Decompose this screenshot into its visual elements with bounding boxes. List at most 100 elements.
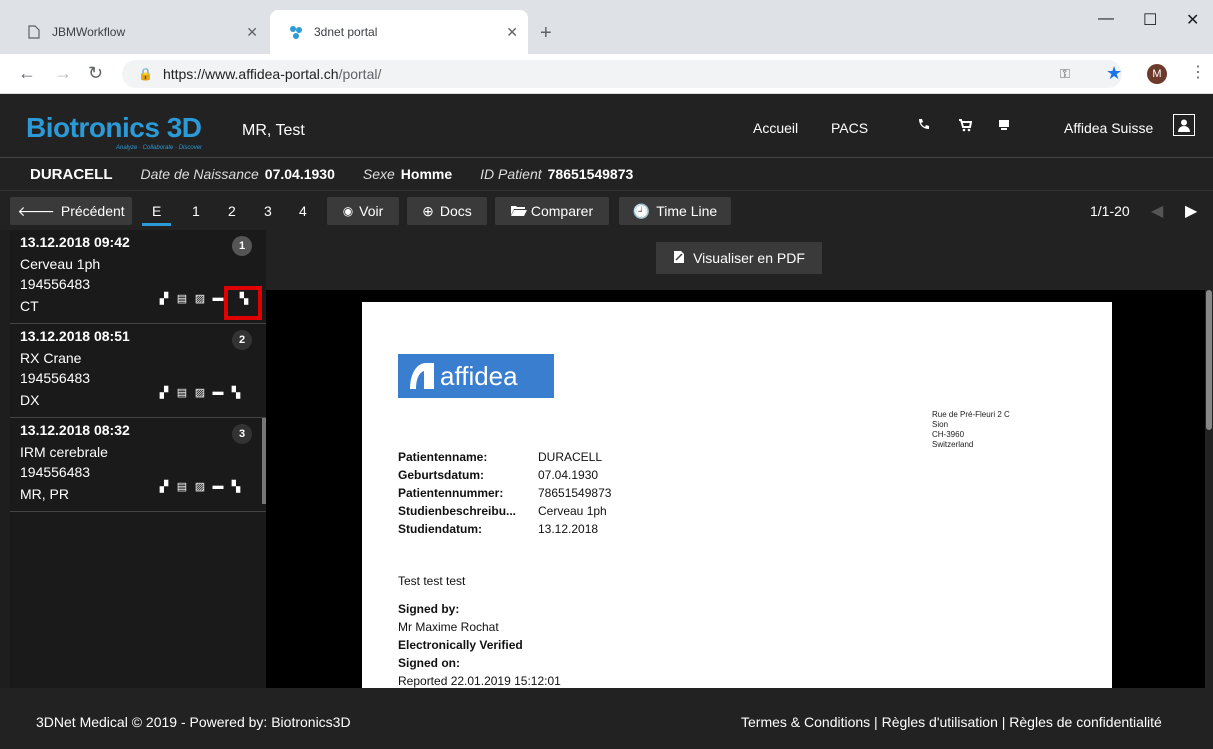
image-icon[interactable]: ▨: [192, 480, 208, 494]
3dnet-favicon-icon: [288, 24, 304, 40]
copy-icon[interactable]: ▞: [156, 480, 172, 494]
view-label: Voir: [359, 203, 384, 219]
cart-full-icon[interactable]: [997, 118, 1011, 137]
folder-open-icon: [510, 203, 527, 219]
view-pdf-button[interactable]: Visualiser en PDF: [656, 242, 822, 274]
info-row: Geburtsdatum: 07.04.1930: [398, 466, 611, 484]
next-page-icon[interactable]: ▶: [1185, 201, 1197, 221]
patient-bar: DURACELL Date de Naissance 07.04.1930 Se…: [0, 158, 1213, 190]
back-arrow-icon[interactable]: ←: [18, 63, 36, 84]
document-area: affidea Rue de Pré-Fleuri 2 C Sion CH-39…: [266, 290, 1213, 688]
study-modality: MR, PR: [20, 486, 69, 502]
browser-tab-bar: JBMWorkflow ✕ 3dnet portal ✕ + — ☐ ✕: [0, 0, 1213, 54]
view-button[interactable]: ◉ Voir: [327, 197, 399, 225]
document-viewer: Visualiser en PDF affidea Rue de Pré-Fle…: [266, 230, 1213, 688]
close-icon[interactable]: ✕: [246, 24, 258, 41]
list-icon[interactable]: ▤: [174, 480, 190, 494]
star-icon[interactable]: ★: [1106, 63, 1122, 84]
viewer-scrollbar[interactable]: [1205, 290, 1213, 688]
study-desc: RX Crane: [20, 350, 82, 366]
tab-title: 3dnet portal: [314, 25, 378, 39]
nav-pacs[interactable]: PACS: [831, 120, 868, 136]
study-modality: DX: [20, 392, 40, 408]
list-item[interactable]: 13.12.2018 09:42 1 Cerveau 1ph 194556483…: [10, 230, 266, 324]
biotronics-logo[interactable]: Biotronics 3D Analyze · Collaborate · Di…: [26, 112, 202, 151]
close-icon[interactable]: ✕: [506, 24, 518, 41]
affidea-wordmark: affidea: [440, 360, 518, 391]
affidea-logo: affidea: [398, 354, 554, 398]
affidea-mark-icon: [408, 361, 436, 391]
list-icon[interactable]: ▤: [174, 386, 190, 400]
list-icon[interactable]: ▤: [174, 292, 190, 306]
sex-label: Sexe: [362, 166, 395, 182]
compare-button[interactable]: Comparer: [495, 197, 609, 225]
page-icon: [26, 24, 42, 40]
copy-icon[interactable]: ▞: [156, 386, 172, 400]
url-path: /portal/: [338, 66, 382, 82]
key-icon[interactable]: ⚿: [1060, 66, 1070, 82]
list-item[interactable]: 13.12.2018 08:51 2 RX Crane 194556483 DX…: [10, 324, 266, 418]
footer-links[interactable]: Termes & Conditions | Règles d'utilisati…: [741, 714, 1162, 730]
address-line: Rue de Pré-Fleuri 2 C: [932, 410, 1010, 419]
image-icon[interactable]: ▨: [192, 292, 208, 306]
tab-e[interactable]: E: [142, 203, 172, 226]
user-icon[interactable]: [1173, 114, 1195, 136]
info-value: 13.12.2018: [538, 522, 599, 536]
address-bar: ← → ↻ 🔒 https://www.affidea-portal.ch/po…: [0, 54, 1213, 94]
nav-accueil[interactable]: Accueil: [753, 120, 798, 136]
image-icon[interactable]: ▨: [192, 386, 208, 400]
study-id: 194556483: [20, 276, 91, 292]
study-desc: IRM cerebrale: [20, 444, 108, 460]
previous-button[interactable]: 🡐 Précédent: [10, 197, 132, 225]
cart-icon[interactable]: [958, 118, 973, 137]
file-icon[interactable]: ▚: [228, 386, 244, 400]
study-date: 13.12.2018 08:51: [20, 328, 130, 344]
timeline-button[interactable]: 🕘 Time Line: [619, 197, 731, 225]
tab-3[interactable]: 3: [264, 203, 272, 219]
study-badge: 2: [232, 330, 252, 350]
info-value: DURACELL: [538, 450, 603, 464]
info-key: Geburtsdatum:: [398, 468, 485, 482]
pager-text: 1/1-20: [1090, 203, 1130, 219]
docs-button[interactable]: ⊕ Docs: [407, 197, 487, 225]
study-date: 13.12.2018 08:32: [20, 422, 130, 438]
list-item[interactable]: 13.12.2018 08:32 3 IRM cerebrale 1945564…: [10, 418, 266, 512]
tab-1[interactable]: 1: [192, 203, 200, 219]
info-value: 07.04.1930: [538, 468, 599, 482]
tab-2[interactable]: 2: [228, 203, 236, 219]
info-value: Cerveau 1ph: [538, 504, 607, 518]
info-key: Studienbeschreibu...: [398, 504, 517, 518]
study-date: 13.12.2018 09:42: [20, 234, 130, 250]
maximize-icon[interactable]: ☐: [1143, 10, 1157, 30]
file-icon[interactable]: ▚: [228, 480, 244, 494]
signed-by-value: Mr Maxime Rochat: [398, 620, 499, 634]
sex-value: Homme: [400, 166, 453, 182]
plus-circle-icon: ⊕: [422, 202, 434, 219]
folder-icon[interactable]: ▬: [210, 386, 226, 400]
study-actions: ▞ ▤ ▨ ▬ ▚: [156, 386, 244, 400]
avatar[interactable]: M: [1147, 64, 1167, 84]
window-close-icon[interactable]: ✕: [1186, 10, 1199, 30]
url-input[interactable]: 🔒 https://www.affidea-portal.ch/portal/: [122, 60, 1122, 88]
timeline-label: Time Line: [656, 203, 718, 219]
menu-dots-icon[interactable]: ⋮: [1190, 62, 1206, 82]
minimize-icon[interactable]: —: [1098, 10, 1114, 28]
org-name[interactable]: Affidea Suisse: [1064, 120, 1153, 136]
scrollbar-thumb[interactable]: [1206, 290, 1212, 430]
folder-icon[interactable]: ▬: [210, 480, 226, 494]
browser-tab[interactable]: JBMWorkflow ✕: [8, 10, 268, 54]
eye-icon: ◉: [342, 204, 354, 218]
report-page: affidea Rue de Pré-Fleuri 2 C Sion CH-39…: [362, 302, 1112, 688]
copy-icon[interactable]: ▞: [156, 292, 172, 306]
app-header: Biotronics 3D Analyze · Collaborate · Di…: [0, 94, 1213, 158]
browser-tab-active[interactable]: 3dnet portal ✕: [270, 10, 528, 54]
tab-4[interactable]: 4: [299, 203, 307, 219]
phone-icon[interactable]: [917, 118, 931, 137]
new-tab-icon[interactable]: +: [540, 22, 552, 45]
clinic-address: Rue de Pré-Fleuri 2 C Sion CH-3960 Switz…: [932, 410, 1010, 450]
reload-icon[interactable]: ↻: [88, 63, 103, 84]
footer: 3DNet Medical © 2019 - Powered by: Biotr…: [0, 688, 1213, 749]
forward-arrow-icon[interactable]: →: [54, 63, 72, 84]
highlight-box: [224, 286, 262, 320]
prev-page-icon[interactable]: ◀: [1151, 201, 1163, 221]
